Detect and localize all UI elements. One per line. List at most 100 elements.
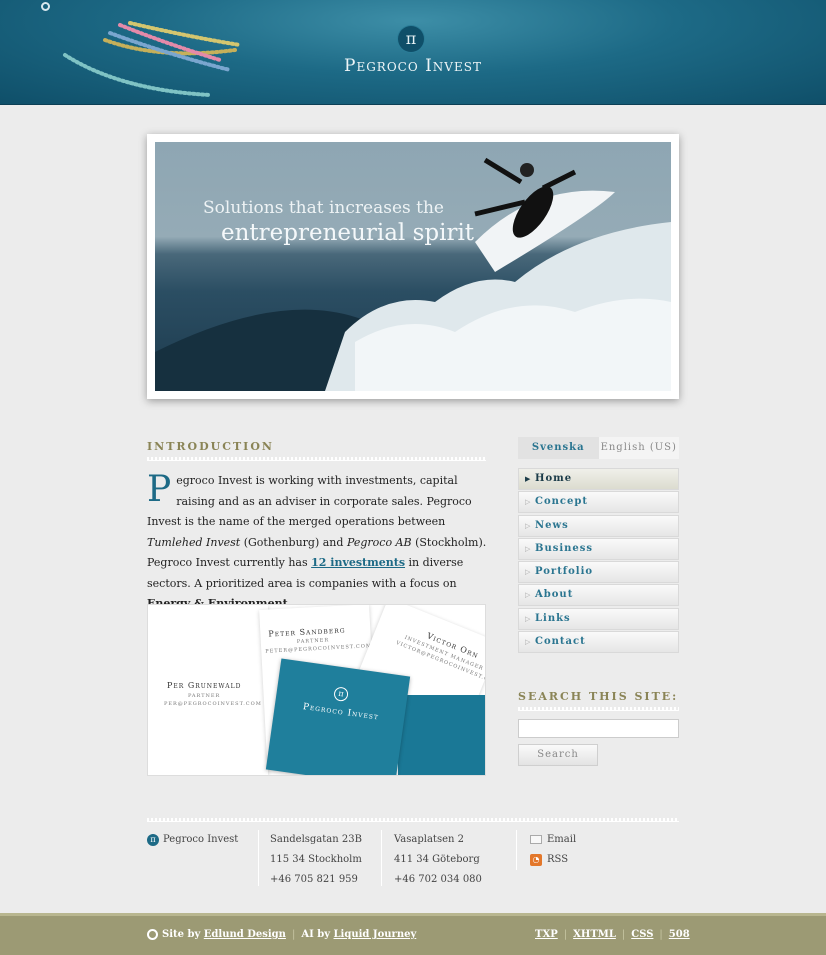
arrow-right-icon: ▷	[525, 613, 532, 623]
nav-label: Links	[535, 612, 571, 624]
designer-logo-icon	[147, 929, 158, 940]
email-link[interactable]: Email	[530, 830, 576, 850]
address-street: Sandelsgatan 23B	[270, 834, 362, 845]
address-street: Vasaplatsen 2	[394, 834, 464, 845]
lang-svenska[interactable]: Svenska	[518, 437, 599, 459]
nav-label: About	[535, 589, 574, 601]
intro-paragraph: Pegroco Invest is working with investmen…	[147, 471, 487, 615]
separator: |	[291, 929, 296, 940]
nav-label: Concept	[535, 496, 588, 508]
intro-em-1: Tumlehed Invest	[147, 535, 241, 549]
search-input[interactable]	[518, 719, 679, 738]
bottom-bar: Site by Edlund Design | AI by Liquid Journ…	[0, 913, 826, 955]
divider	[381, 830, 382, 886]
nav-label: Portfolio	[535, 566, 594, 578]
card-email: PER@PEGROCOINVEST.COM	[164, 701, 262, 707]
txp-link[interactable]: TXP	[535, 929, 558, 940]
standards-links: TXP | XHTML | CSS | 508	[535, 929, 690, 940]
surfer-wave-illustration	[155, 157, 671, 391]
arrow-right-icon: ▶	[525, 474, 532, 483]
rss-icon: ◔	[530, 853, 542, 866]
divider	[147, 457, 486, 461]
card-name: Per Grunewald	[167, 681, 242, 690]
footer-address-goteborg: Vasaplatsen 2 411 34 Göteborg +46 702 03…	[394, 830, 482, 890]
header: π Pegroco Invest	[0, 0, 826, 105]
pi-small-icon: π	[147, 833, 159, 846]
credits: Site by Edlund Design | AI by Liquid Journ…	[147, 929, 416, 940]
nav-item-concept[interactable]: ▷ Concept	[518, 491, 679, 514]
edlund-design-link[interactable]: Edlund Design	[204, 929, 286, 940]
card-blue-back	[398, 695, 485, 775]
investments-link[interactable]: 12 investments	[311, 556, 405, 569]
card-blue-front: π Pegroco Invest	[265, 658, 411, 775]
xhtml-link[interactable]: XHTML	[573, 929, 616, 940]
arrow-right-icon: ▷	[525, 543, 532, 553]
rss-link[interactable]: ◔ RSS	[530, 850, 576, 870]
address-phone: +46 702 034 080	[394, 874, 482, 885]
nav-label: Contact	[535, 636, 586, 648]
footer-company-name: Pegroco Invest	[163, 834, 239, 845]
hero-line-2: entrepreneurial spirit	[221, 220, 475, 246]
credit-prefix: AI by	[301, 929, 334, 940]
search-button[interactable]: Search	[518, 744, 598, 766]
card-role: PARTNER	[188, 693, 221, 699]
intro-text-1: egroco Invest is working with investment…	[147, 474, 472, 528]
hero-line-1: Solutions that increases the	[203, 198, 444, 218]
rss-label: RSS	[547, 854, 569, 865]
arrow-right-icon: ▷	[525, 520, 532, 530]
nav-item-links[interactable]: ▷ Links	[518, 607, 679, 630]
arrow-right-icon: ▷	[525, 567, 532, 577]
nav-item-portfolio[interactable]: ▷ Portfolio	[518, 561, 679, 584]
sidebar-nav: ▶ Home ▷ Concept ▷ News ▷ Business ▷ Portfoli…	[518, 468, 679, 654]
nav-item-about[interactable]: ▷ About	[518, 584, 679, 607]
intro-em-2: Pegroco AB	[346, 535, 412, 549]
separator: |	[563, 929, 568, 940]
beads-decoration	[63, 21, 242, 97]
arrow-right-icon: ▷	[525, 497, 532, 507]
footer-address-stockholm: Sandelsgatan 23B 115 34 Stockholm +46 70…	[270, 830, 362, 890]
divider	[147, 818, 679, 822]
lang-english[interactable]: English (US)	[598, 437, 679, 459]
mail-icon	[530, 835, 542, 844]
card-pi-icon: π	[333, 686, 349, 703]
card-email: PETER@PEGROCOINVEST.COM	[265, 643, 373, 655]
hero-image: Solutions that increases the entrepreneu…	[155, 142, 671, 391]
separator: |	[659, 929, 663, 940]
divider	[258, 830, 259, 886]
address-city: 411 34 Göteborg	[394, 854, 480, 865]
card-role: PARTNER	[296, 637, 330, 646]
footer-contact-links: Email ◔ RSS	[530, 830, 576, 870]
email-label: Email	[547, 834, 577, 845]
intro-heading: INTRODUCTION	[147, 440, 274, 453]
arrow-right-icon: ▷	[525, 637, 532, 647]
css-link[interactable]: CSS	[631, 929, 653, 940]
nav-item-contact[interactable]: ▷ Contact	[518, 631, 679, 654]
nav-item-home[interactable]: ▶ Home	[518, 468, 679, 490]
dropcap: P	[147, 469, 172, 510]
divider	[518, 707, 679, 711]
language-switcher: Svenska English (US)	[518, 437, 679, 459]
site-brand[interactable]: Pegroco Invest	[343, 56, 483, 76]
nav-item-news[interactable]: ▷ News	[518, 514, 679, 537]
separator: |	[621, 929, 626, 940]
508-link[interactable]: 508	[669, 929, 690, 940]
card-name: Peter Sandberg	[268, 625, 346, 639]
ring-icon	[41, 2, 50, 11]
nav-label: Business	[535, 542, 594, 554]
hero-frame: Solutions that increases the entrepreneu…	[147, 134, 679, 399]
address-city: 115 34 Stockholm	[270, 854, 362, 865]
card-per: Per Grunewald PARTNER PER@PEGROCOINVEST.…	[148, 605, 268, 775]
nav-item-business[interactable]: ▷ Business	[518, 537, 679, 560]
pi-logo-icon[interactable]: π	[398, 26, 424, 52]
search-heading: SEARCH THIS SITE:	[518, 690, 679, 703]
nav-label: Home	[535, 473, 573, 484]
liquid-journey-link[interactable]: Liquid Journey	[334, 929, 417, 940]
business-cards-image: Per Grunewald PARTNER PER@PEGROCOINVEST.…	[147, 604, 486, 776]
card-brand: Pegroco Invest	[302, 702, 380, 723]
footer-company: π Pegroco Invest	[147, 830, 238, 850]
intro-text-2: (Gothenburg) and	[240, 535, 347, 549]
arrow-right-icon: ▷	[525, 590, 532, 600]
divider	[516, 830, 517, 870]
nav-label: News	[535, 519, 569, 531]
address-phone: +46 705 821 959	[270, 874, 358, 885]
